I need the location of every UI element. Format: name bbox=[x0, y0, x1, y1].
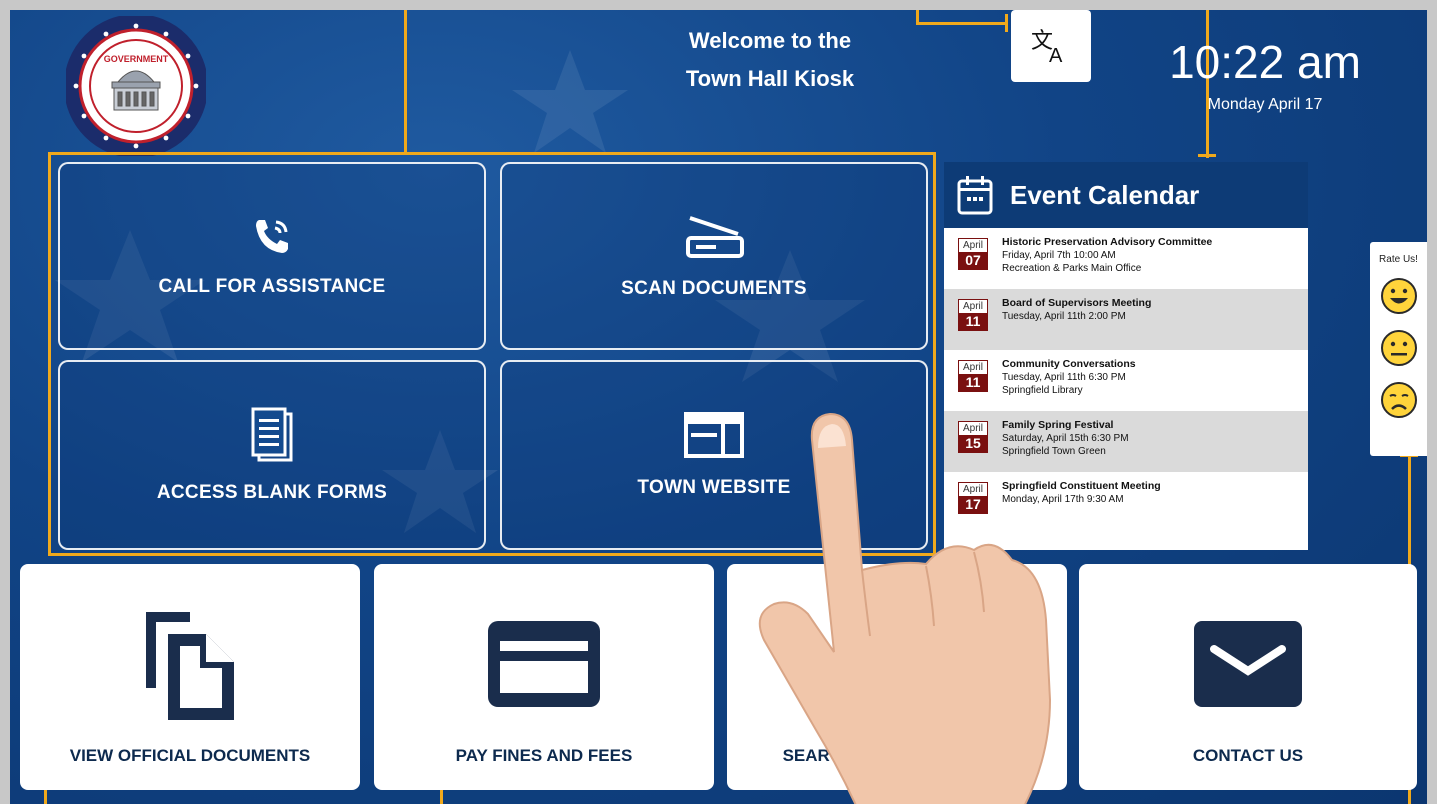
event-calendar-title: Event Calendar bbox=[1010, 179, 1200, 210]
document-icon bbox=[251, 407, 293, 462]
event-title: Board of Supervisors Meeting bbox=[1002, 297, 1152, 309]
event-time: Tuesday, April 11th 6:30 PM bbox=[1002, 372, 1126, 383]
pay-fines-and-fees-card[interactable]: PAY FINES AND FEES bbox=[374, 564, 714, 790]
welcome-line-2: Town Hall Kiosk bbox=[685, 66, 855, 91]
call-for-assistance-label: CALL FOR ASSISTANCE bbox=[158, 276, 386, 297]
sad-face-icon[interactable] bbox=[1380, 381, 1418, 419]
scanner-icon bbox=[686, 216, 744, 258]
welcome-title: Welcome to the Town Hall Kiosk bbox=[620, 22, 920, 98]
pointing-hand bbox=[758, 412, 1052, 804]
event-day: 11 bbox=[959, 313, 987, 330]
callout-line bbox=[1005, 14, 1008, 32]
event-month: April bbox=[959, 361, 987, 374]
event-time: Friday, April 7th 10:00 AM bbox=[1002, 250, 1116, 261]
welcome-line-1: Welcome to the bbox=[688, 28, 852, 53]
rate-us-panel: Rate Us! bbox=[1370, 242, 1427, 456]
callout-line bbox=[404, 10, 407, 152]
event-item[interactable]: April 07 Historic Preservation Advisory … bbox=[944, 228, 1308, 289]
phone-icon bbox=[256, 220, 288, 253]
event-time: Tuesday, April 11th 2:00 PM bbox=[1002, 311, 1126, 322]
event-calendar-header: Event Calendar bbox=[944, 162, 1308, 228]
event-date: April 11 bbox=[958, 360, 988, 392]
envelope-icon bbox=[1194, 621, 1302, 707]
access-blank-forms-tile[interactable]: ACCESS BLANK FORMS bbox=[58, 360, 486, 550]
event-month: April bbox=[959, 300, 987, 313]
event-location: Recreation & Parks Main Office bbox=[1002, 263, 1142, 274]
view-official-documents-label: VIEW OFFICIAL DOCUMENTS bbox=[69, 746, 311, 765]
scan-documents-tile[interactable]: SCAN DOCUMENTS bbox=[500, 162, 928, 350]
event-location: Springfield Library bbox=[1002, 385, 1083, 396]
translate-icon: 文 A bbox=[1031, 29, 1063, 67]
logo-seal-icon: GOVERNMENT bbox=[66, 16, 206, 156]
event-item[interactable]: April 11 Board of Supervisors Meeting Tu… bbox=[944, 289, 1308, 350]
neutral-face-icon[interactable] bbox=[1380, 329, 1418, 367]
event-month: April bbox=[959, 239, 987, 252]
callout-line bbox=[1198, 154, 1216, 157]
event-date: April 11 bbox=[958, 299, 988, 331]
view-official-documents-card[interactable]: VIEW OFFICIAL DOCUMENTS bbox=[20, 564, 360, 790]
access-blank-forms-label: ACCESS BLANK FORMS bbox=[156, 482, 388, 503]
website-icon bbox=[684, 412, 744, 458]
svg-text:A: A bbox=[1049, 45, 1063, 67]
credit-card-icon bbox=[488, 621, 600, 707]
translate-button[interactable]: 文 A bbox=[1011, 10, 1091, 82]
clock-time: 10:22 am bbox=[1169, 36, 1361, 88]
call-for-assistance-tile[interactable]: CALL FOR ASSISTANCE bbox=[58, 162, 486, 350]
callout-line bbox=[916, 22, 1006, 25]
scan-documents-label: SCAN DOCUMENTS bbox=[621, 278, 807, 299]
happy-face-icon[interactable] bbox=[1380, 277, 1418, 315]
contact-us-card[interactable]: CONTACT US bbox=[1079, 564, 1417, 790]
contact-us-label: CONTACT US bbox=[1192, 746, 1304, 765]
clock: 10:22 am Monday April 17 bbox=[1150, 34, 1380, 114]
kiosk-screen: GOVERNMENT Welcome to the Town Hall Kios… bbox=[10, 10, 1427, 804]
event-day: 11 bbox=[959, 374, 987, 391]
calendar-icon bbox=[957, 176, 993, 215]
clock-date: Monday April 17 bbox=[1207, 96, 1323, 113]
logo-text: GOVERNMENT bbox=[104, 54, 169, 64]
pay-fines-and-fees-label: PAY FINES AND FEES bbox=[455, 746, 633, 765]
rate-us-label: Rate Us! bbox=[1379, 254, 1418, 265]
event-title: Historic Preservation Advisory Committee bbox=[1002, 236, 1213, 248]
copy-icon bbox=[146, 612, 234, 720]
event-title: Community Conversations bbox=[1002, 358, 1136, 370]
event-day: 07 bbox=[959, 252, 987, 269]
event-date: April 07 bbox=[958, 238, 988, 270]
